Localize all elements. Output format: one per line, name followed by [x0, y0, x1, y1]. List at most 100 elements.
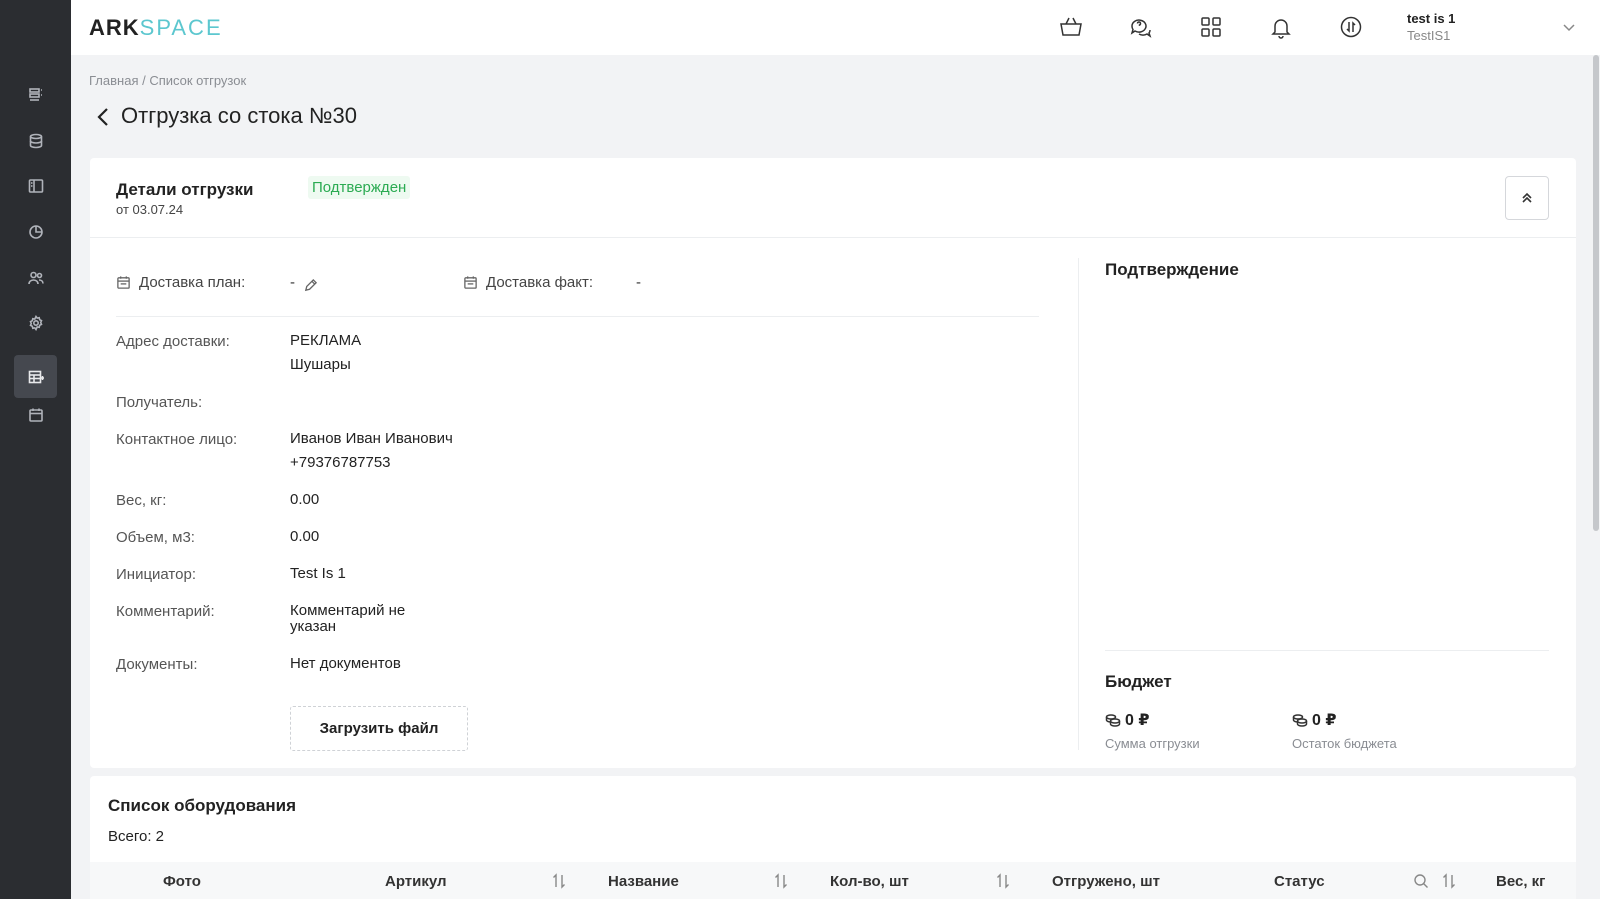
apps-button[interactable] — [1198, 14, 1224, 40]
comment-line-2: указан — [290, 618, 337, 635]
basket-icon — [1060, 17, 1082, 36]
sidebar-item-panel[interactable] — [14, 164, 57, 207]
equipment-total: Всего: 2 — [108, 828, 165, 845]
sort-status-button[interactable] — [1441, 873, 1457, 889]
sort-name-button[interactable] — [773, 873, 789, 889]
calendar-icon — [464, 276, 477, 289]
address-label: Адрес доставки: — [116, 333, 230, 350]
contact-phone: +79376787753 — [290, 454, 391, 471]
column-divider — [1078, 258, 1079, 750]
sidebar-item-analytics[interactable] — [14, 210, 57, 253]
sort-icon — [997, 873, 1009, 889]
column-header-quantity[interactable]: Кол-во, шт — [830, 873, 909, 890]
breadcrumb[interactable]: Главная / Список отгрузок — [89, 73, 246, 88]
list-icon — [28, 87, 42, 101]
collapse-button[interactable] — [1505, 176, 1549, 220]
shipment-sum: 0 ₽ Сумма отгрузки — [1105, 710, 1200, 751]
sort-icon — [553, 873, 565, 889]
column-header-name[interactable]: Название — [608, 873, 679, 890]
page-scrollbar[interactable] — [1592, 55, 1600, 899]
budget-rest-value-row: 0 ₽ — [1292, 710, 1397, 730]
divider — [116, 316, 1039, 317]
details-date: от 03.07.24 — [116, 202, 184, 217]
column-header-shipped[interactable]: Отгружено, шт — [1052, 873, 1160, 890]
search-icon — [1414, 874, 1428, 888]
shipment-sum-value-row: 0 ₽ — [1105, 710, 1200, 730]
panel-icon — [28, 178, 43, 193]
documents-label: Документы: — [116, 656, 198, 673]
volume-label: Объем, м3: — [116, 529, 195, 546]
equipment-title: Список оборудования — [108, 796, 297, 815]
app-logo[interactable]: ARKSPACE — [89, 15, 223, 41]
sidebar-item-settings[interactable] — [14, 301, 57, 344]
details-card-header: Детали отгрузки от 03.07.24 Подтвержден — [90, 158, 1576, 238]
sidebar-item-calendar[interactable] — [14, 393, 57, 436]
sidebar-item-shipments[interactable] — [14, 355, 57, 398]
equipment-table-header: Фото Артикул Название Кол-во, шт Отгруже… — [90, 862, 1576, 899]
sort-article-button[interactable] — [551, 873, 567, 889]
budget-rest-caption: Остаток бюджета — [1292, 736, 1397, 751]
logo-text-ark: ARK — [89, 15, 140, 40]
calendar-icon — [28, 408, 43, 422]
column-header-weight[interactable]: Вес, кг — [1496, 873, 1545, 890]
column-header-article[interactable]: Артикул — [385, 873, 447, 890]
sidebar-item-database[interactable] — [14, 119, 57, 162]
page-title: Отгрузка со стока №30 — [121, 103, 357, 128]
shipment-details-card: Детали отгрузки от 03.07.24 Подтвержден … — [90, 158, 1576, 768]
divider — [1105, 650, 1549, 651]
sort-icon — [775, 873, 787, 889]
chat-button[interactable] — [1128, 14, 1154, 40]
equipment-list-card: Список оборудования Всего: 2 Фото Артику… — [90, 776, 1576, 899]
sidebar-item-list[interactable] — [14, 73, 57, 116]
budget-rest-value: 0 ₽ — [1312, 712, 1337, 729]
user-name: test is 1 — [1407, 11, 1456, 26]
column-header-status[interactable]: Статус — [1274, 873, 1325, 890]
table-icon — [28, 370, 44, 383]
bell-icon — [1271, 19, 1291, 39]
initiator-value: Test Is 1 — [290, 565, 346, 582]
comment-line-1: Комментарий не — [290, 602, 406, 619]
delivery-fact-label: Доставка факт: — [463, 274, 593, 291]
gear-icon — [28, 314, 43, 331]
sort-quantity-button[interactable] — [995, 873, 1011, 889]
coins-icon — [1105, 714, 1121, 727]
contact-value: Иванов Иван Иванович +79376787753 — [290, 427, 453, 475]
basket-button[interactable] — [1058, 14, 1084, 40]
status-badge: Подтвержден — [308, 176, 411, 199]
coins-icon — [1292, 714, 1308, 727]
user-menu[interactable]: test is 1 TestIS1 — [1407, 11, 1455, 43]
sort-icon — [1443, 873, 1455, 889]
contact-label: Контактное лицо: — [116, 431, 238, 448]
chevron-left-icon — [97, 108, 108, 126]
user-menu-toggle[interactable] — [1562, 20, 1576, 34]
back-button[interactable] — [94, 106, 112, 128]
upload-file-button[interactable]: Загрузить файл — [290, 706, 468, 751]
address-line-2: Шушары — [290, 356, 351, 373]
budget-rest: 0 ₽ Остаток бюджета — [1292, 710, 1397, 751]
sidebar — [0, 0, 71, 899]
notifications-button[interactable] — [1268, 14, 1294, 40]
sync-button[interactable] — [1338, 14, 1364, 40]
scrollbar-thumb[interactable] — [1593, 55, 1599, 531]
chevron-down-icon — [1563, 24, 1575, 32]
pencil-icon — [304, 278, 318, 292]
delivery-fact-value: - — [636, 274, 641, 291]
initiator-label: Инициатор: — [116, 566, 196, 583]
comment-value: Комментарий не указан — [290, 603, 405, 635]
chart-pie-icon — [28, 224, 43, 239]
documents-value: Нет документов — [290, 655, 401, 672]
chevrons-up-icon — [1522, 192, 1532, 203]
weight-value: 0.00 — [290, 491, 320, 508]
logo-text-space: SPACE — [139, 15, 223, 40]
volume-value: 0.00 — [290, 528, 320, 545]
delivery-fact-label-text: Доставка факт: — [486, 274, 594, 291]
sync-icon — [1340, 16, 1362, 38]
details-title: Детали отгрузки — [116, 180, 254, 199]
sidebar-item-users[interactable] — [14, 256, 57, 299]
shipment-sum-caption: Сумма отгрузки — [1105, 736, 1200, 751]
chat-icon — [1130, 19, 1152, 38]
edit-delivery-plan-button[interactable] — [303, 278, 318, 293]
search-status-button[interactable] — [1413, 873, 1429, 889]
budget-title: Бюджет — [1105, 672, 1172, 691]
address-line-1: РЕКЛАМА — [290, 332, 362, 349]
